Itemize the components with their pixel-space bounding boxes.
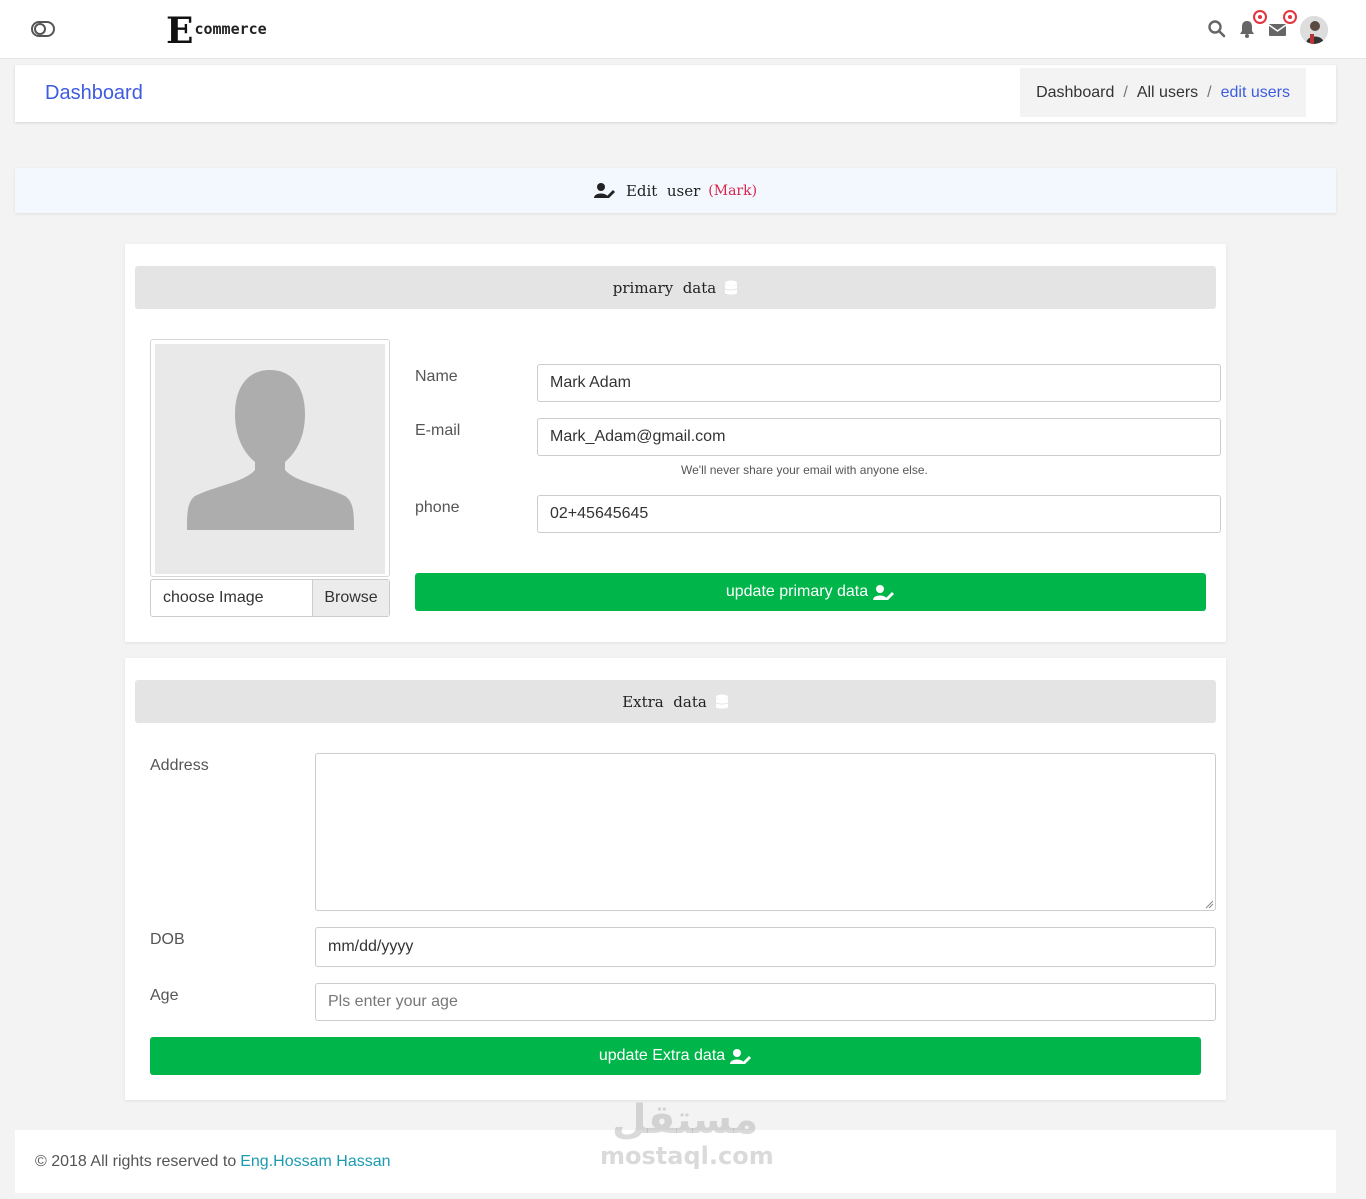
default-user-silhouette-icon [187,370,354,530]
update-primary-data-button[interactable]: update primary data [415,573,1206,611]
notification-badge [1253,10,1267,24]
top-navbar: E commerce [0,0,1366,59]
message-badge [1283,10,1297,24]
messages-button[interactable] [1268,10,1297,39]
banner-username: (Mark) [708,182,758,199]
name-field[interactable]: Mark Adam [537,364,1221,402]
phone-label: phone [415,499,460,516]
breadcrumb-edit-users: edit users [1220,83,1290,101]
dob-field[interactable]: mm/dd/yyyy [315,927,1216,967]
toggle-icon[interactable] [31,21,55,37]
extra-data-heading: Extra data [135,680,1216,723]
breadcrumb-dashboard[interactable]: Dashboard [1036,84,1114,102]
brand-initial: E [166,10,194,52]
database-icon [725,280,738,294]
user-edit-icon [873,584,895,600]
dob-label: DOB [150,931,185,948]
page-title: Dashboard [45,82,143,104]
search-icon[interactable] [1207,19,1227,39]
breadcrumb-separator: / [1123,83,1128,101]
address-label: Address [150,757,209,774]
primary-data-title: primary data [612,278,717,297]
author-link[interactable]: Eng.Hossam Hassan [240,1153,390,1171]
image-file-input[interactable]: choose Image Browse [150,579,390,617]
update-primary-label: update primary data [725,583,869,600]
user-avatar[interactable] [1300,16,1328,44]
database-icon [715,694,728,708]
resize-handle-icon[interactable] [1205,900,1214,909]
brand-name: commerce [194,20,267,38]
primary-data-panel: primary data choose Image Browse Name Ma… [125,244,1226,642]
update-extra-data-button[interactable]: update Extra data [150,1037,1201,1075]
profile-image [155,344,385,574]
breadcrumb-separator: / [1207,83,1212,101]
copyright-text: © 2018 All rights reserved to [35,1152,237,1170]
name-label: Name [415,368,458,385]
edit-user-banner: Edit user (Mark) [15,168,1336,213]
mostaql-watermark: مستقل mostaql.com [600,1097,774,1170]
address-textarea[interactable] [315,753,1216,911]
breadcrumb: Dashboard / All users / edit users [1020,68,1306,117]
email-field[interactable]: Mark_Adam@gmail.com [537,418,1221,456]
breadcrumb-all-users[interactable]: All users [1137,84,1198,102]
primary-data-heading: primary data [135,266,1216,309]
age-label: Age [150,987,179,1004]
page-header: Dashboard Dashboard / All users / edit u… [15,65,1336,122]
bell-icon [1240,21,1254,38]
watermark-arabic: مستقل [611,1097,759,1143]
user-edit-icon [593,183,615,198]
brand-logo[interactable]: E commerce [166,10,267,52]
email-label: E-mail [415,422,461,439]
profile-image-frame [150,339,390,577]
age-field[interactable]: Pls enter your age [315,983,1216,1021]
notifications-button[interactable] [1238,10,1267,39]
phone-field[interactable]: 02+45645645 [537,495,1221,533]
extra-data-panel: Extra data Address DOB mm/dd/yyyy Age Pl… [125,658,1226,1100]
update-extra-label: update Extra data [598,1047,726,1064]
browse-button[interactable]: Browse [312,580,389,616]
email-help-text: We'll never share your email with anyone… [681,463,928,477]
file-input-label: choose Image [163,589,264,606]
user-edit-icon [730,1048,752,1064]
watermark-latin: mostaql.com [600,1142,774,1170]
banner-text: Edit user [625,181,701,200]
extra-data-title: Extra data [622,692,707,711]
